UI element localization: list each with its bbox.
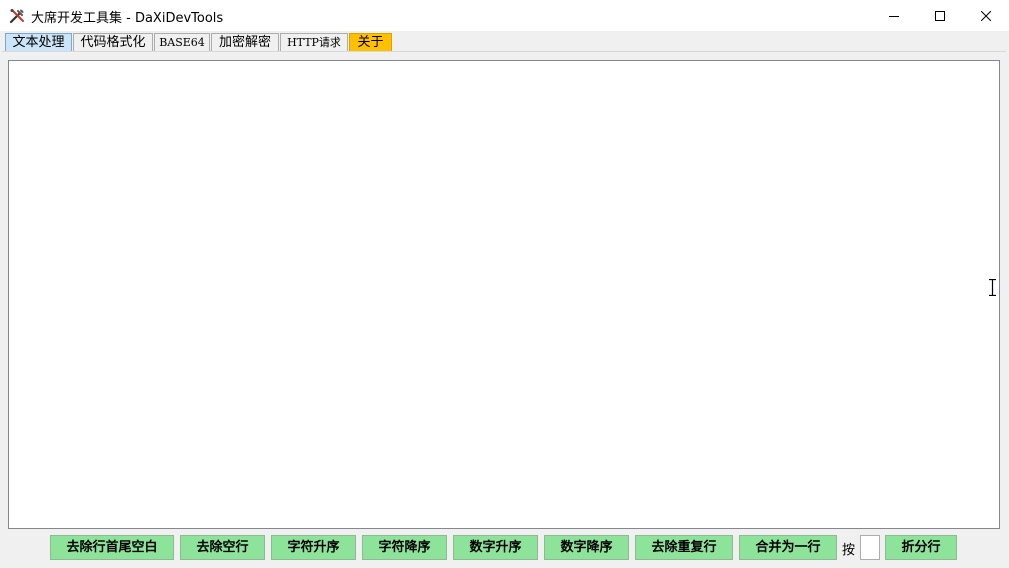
close-button[interactable]	[963, 0, 1009, 31]
tab-http-request[interactable]: HTTP请求	[280, 33, 348, 51]
maximize-icon	[935, 10, 945, 21]
maximize-button[interactable]	[917, 0, 963, 31]
sort-numbers-asc-button[interactable]: 数字升序	[453, 535, 538, 560]
close-icon	[981, 10, 991, 21]
split-count-input[interactable]	[860, 535, 880, 560]
tab-about[interactable]: 关于	[349, 33, 392, 51]
sort-numbers-desc-button[interactable]: 数字降序	[544, 535, 629, 560]
sort-chars-asc-button[interactable]: 字符升序	[271, 535, 356, 560]
remove-blank-lines-button[interactable]: 去除空行	[180, 535, 265, 560]
split-by-label: 按	[842, 543, 856, 558]
split-lines-button[interactable]: 折分行	[885, 535, 957, 560]
tools-icon	[9, 8, 25, 24]
text-cursor-icon	[988, 278, 997, 297]
title-bar: 大席开发工具集 - DaXiDevTools	[0, 0, 1009, 31]
sort-chars-desc-button[interactable]: 字符降序	[362, 535, 447, 560]
tab-base64[interactable]: BASE64	[154, 33, 210, 51]
window-title: 大席开发工具集 - DaXiDevTools	[31, 11, 224, 26]
tab-code-format[interactable]: 代码格式化	[73, 33, 153, 51]
tab-encrypt-decrypt[interactable]: 加密解密	[211, 33, 279, 51]
app-window: 大席开发工具集 - DaXiDevTools 文本处理 代码格式化 BASE64…	[0, 0, 1009, 568]
minimize-icon	[889, 15, 899, 17]
minimize-button[interactable]	[871, 0, 917, 31]
tab-text-processing[interactable]: 文本处理	[5, 33, 72, 51]
tab-bar: 文本处理 代码格式化 BASE64 加密解密 HTTP请求 关于	[0, 31, 1009, 52]
trim-whitespace-button[interactable]: 去除行首尾空白	[50, 535, 174, 560]
remove-duplicate-lines-button[interactable]: 去除重复行	[635, 535, 733, 560]
text-editor[interactable]	[8, 60, 1000, 529]
merge-to-one-line-button[interactable]: 合并为一行	[739, 535, 837, 560]
